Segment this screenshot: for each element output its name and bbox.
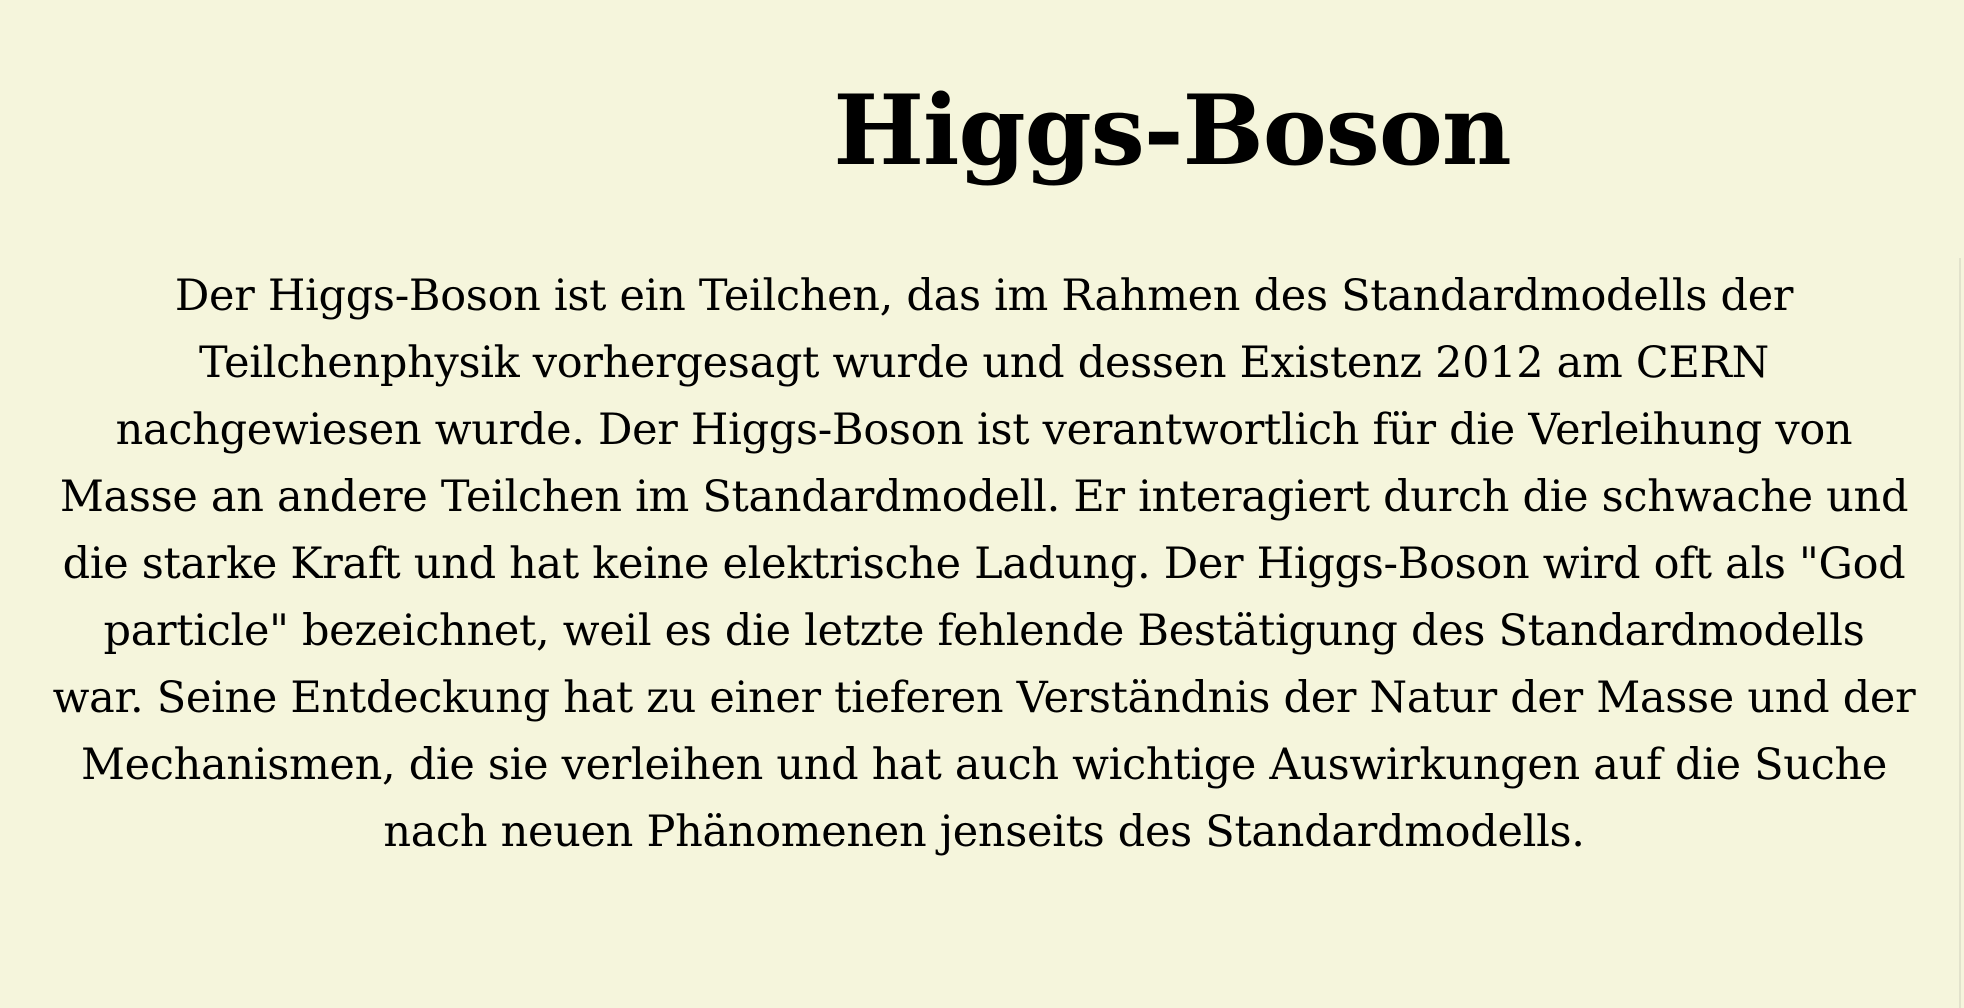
scrollbar-track-edge [1959,258,1961,1008]
page-title: Higgs-Boson [833,74,1511,187]
page: Higgs-Boson Der Higgs-Boson ist ein Teil… [0,0,1964,1008]
article-paragraph: Der Higgs-Boson ist ein Teilchen, das im… [52,271,1916,857]
